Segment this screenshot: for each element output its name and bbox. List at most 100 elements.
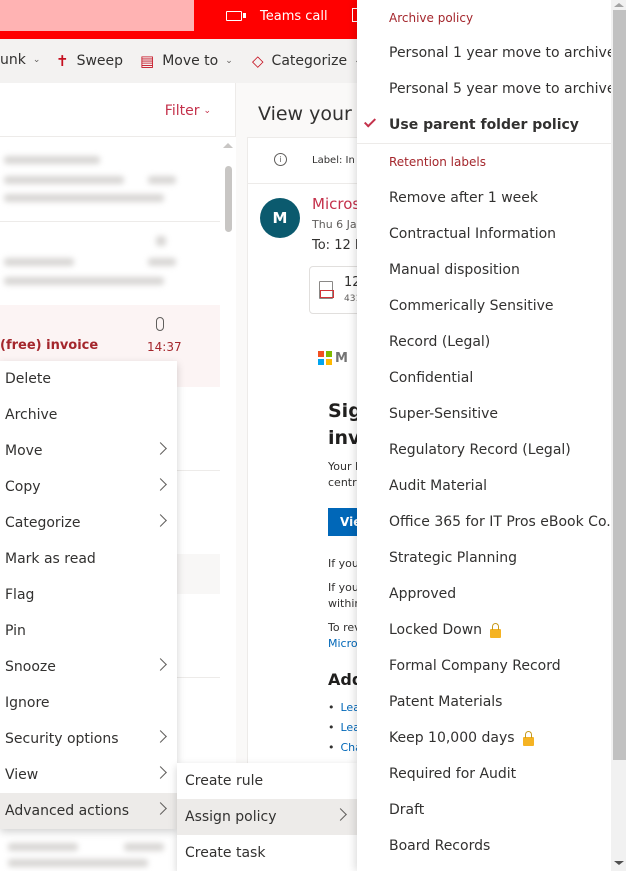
sweep-button[interactable]: ✝ Sweep [56,52,123,70]
email-paragraph: If you withir [328,581,359,610]
retention-label-item[interactable]: Office 365 for IT Pros eBook Co... [357,504,620,540]
menu-item-snooze[interactable]: Snooze [0,649,177,685]
chevron-right-icon [154,730,167,743]
categorize-button[interactable]: ◇ Categorize ⌄ [252,52,362,70]
email-bullet-link[interactable]: Lea [328,721,360,734]
email-paragraph: If you [328,557,359,570]
retention-label-item[interactable]: Remove after 1 week [357,180,611,216]
email-bullet-link[interactable]: Lea [328,701,360,714]
retention-label-item[interactable]: Keep 10,000 days [357,720,611,756]
recipient-line: To: 12 I [312,238,359,253]
tag-icon: ◇ [252,52,264,70]
lock-icon [490,622,502,638]
email-link[interactable]: Micro [328,636,361,652]
archive-policy-heading: Archive policy [389,11,474,25]
menu-item-categorize[interactable]: Categorize [0,505,177,541]
chevron-right-icon [154,658,167,671]
move-folder-icon: ▤ [140,52,155,70]
menu-item-ignore[interactable]: Ignore [0,685,177,721]
retention-label-item[interactable]: Audit Material [357,468,611,504]
policy-item[interactable]: Personal 5 year move to archive [357,71,615,107]
retention-label-item[interactable]: Patent Materials [357,684,611,720]
paperclip-icon [156,317,164,331]
divider [248,183,363,184]
filter-button[interactable]: Filter ⌄ [165,103,211,119]
retention-label-item[interactable]: Required for Audit [357,756,611,792]
policy-item-selected[interactable]: Use parent folder policy [357,107,611,143]
email-paragraph: To rev Micro [328,621,361,652]
message-item[interactable] [0,138,220,220]
context-menu: Delete Archive Move Copy Categorize Mark… [0,361,177,829]
menu-item-flag[interactable]: Flag [0,577,177,613]
broom-icon: ✝ [56,52,69,70]
move-to-label: Move to [162,53,219,69]
move-to-button[interactable]: ▤ Move to ⌄ [140,52,233,70]
menu-item-delete[interactable]: Delete [0,361,177,397]
filter-label: Filter [164,103,200,119]
chevron-right-icon [154,766,167,779]
divider [0,136,236,137]
scrollbar-thumb[interactable] [613,10,626,760]
retention-label-item[interactable]: Manual disposition [357,252,611,288]
chevron-down-icon: ⌄ [32,55,41,65]
chevron-right-icon [334,808,347,821]
email-subject-heading: View your I [258,103,364,125]
sensitivity-label: Label: In [312,155,355,166]
message-time: 14:37 [147,340,182,354]
retention-label-item[interactable]: Formal Company Record [357,648,611,684]
microsoft-logo-icon [318,351,332,365]
policy-item[interactable]: Personal 1 year move to archive [357,35,615,71]
scroll-down-arrow-icon[interactable] [614,861,624,865]
categorize-label: Categorize [271,53,348,69]
message-subject: (free) invoice [0,338,99,353]
menu-item-security-options[interactable]: Security options [0,721,177,757]
menu-item-create-rule[interactable]: Create rule [177,763,357,799]
chevron-right-icon [154,514,167,527]
menu-item-mark-as-read[interactable]: Mark as read [0,541,177,577]
teams-call-button[interactable]: Teams call [226,6,328,26]
retention-label-item[interactable]: Locked Down [357,612,611,648]
retention-label-item[interactable]: Contractual Information [357,216,611,252]
menu-item-view[interactable]: View [0,757,177,793]
menu-item-advanced-actions[interactable]: Advanced actions [0,793,177,829]
retention-label-item[interactable]: Record (Legal) [357,324,611,360]
video-camera-icon [226,11,246,21]
reading-pane: View your I i Label: In M Micros Thu 6 J… [237,83,369,871]
retention-label-item[interactable]: Draft [357,792,611,828]
menu-item-pin[interactable]: Pin [0,613,177,649]
junk-button[interactable]: unk ⌄ [0,52,40,68]
chevron-right-icon [154,478,167,491]
scroll-up-arrow-icon[interactable] [223,143,233,148]
assign-policy-submenu: Archive policy Personal 1 year move to a… [357,0,626,871]
message-item[interactable] [0,222,220,304]
divider [357,143,611,144]
retention-label-item[interactable]: Board Records [357,828,611,864]
sender-avatar[interactable]: M [260,198,300,238]
scroll-up-arrow-icon[interactable] [614,3,624,7]
retention-label-item[interactable]: Commerically Sensitive [357,288,611,324]
retention-label-item[interactable]: Confidential [357,360,611,396]
retention-label-item[interactable]: Regulatory Record (Legal) [357,432,611,468]
retention-label-item[interactable]: Strategic Planning [357,540,611,576]
retention-label-item[interactable]: Approved [357,576,611,612]
retention-label-item[interactable]: Super-Sensitive [357,396,611,432]
menu-item-assign-policy[interactable]: Assign policy [177,799,357,835]
message-list-scrollbar[interactable] [222,137,236,867]
search-box[interactable] [0,0,194,31]
email-card: i Label: In M Micros Thu 6 Jar To: 12 I … [247,137,369,867]
advanced-actions-submenu: Create rule Assign policy Create task [177,763,357,871]
chevron-down-icon: ⌄ [203,106,211,116]
junk-label: unk [0,52,26,68]
teams-call-label: Teams call [260,8,328,24]
sender-name[interactable]: Micros [312,195,360,213]
retention-labels-heading: Retention labels [389,155,486,169]
menu-item-move[interactable]: Move [0,433,177,469]
pdf-file-icon [319,281,334,299]
chevron-right-icon [154,442,167,455]
info-icon[interactable]: i [274,153,287,166]
scrollbar-thumb[interactable] [225,166,232,232]
sweep-label: Sweep [76,53,124,69]
menu-item-archive[interactable]: Archive [0,397,177,433]
menu-item-create-task[interactable]: Create task [177,835,357,871]
menu-item-copy[interactable]: Copy [0,469,177,505]
